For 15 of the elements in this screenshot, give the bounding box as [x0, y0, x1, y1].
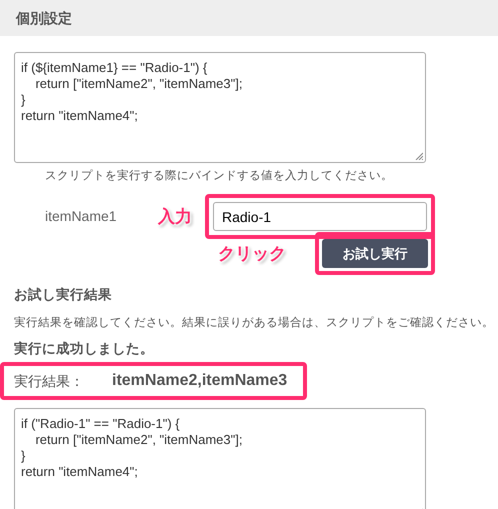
result-heading: お試し実行結果	[14, 286, 113, 304]
success-message: 実行に成功しました。	[14, 340, 155, 358]
code-textarea[interactable]: if ("Radio-1" == "Radio-1") { return ["itemName2", "itemName3"]; } return "itemName4";	[14, 408, 426, 509]
bind-hint: スクリプトを実行する際にバインドする値を入力してください。	[45, 168, 394, 184]
annotation-label: 入力	[158, 206, 193, 228]
text-field[interactable]: Radio-1	[213, 202, 427, 232]
section-title: 個別設定	[0, 0, 498, 36]
result-value: itemName2,itemName3	[112, 371, 288, 391]
field-label: itemName1	[45, 207, 118, 226]
resize-handle-icon[interactable]	[415, 152, 423, 160]
result-description: 実行結果を確認してください。結果に誤りがある場合は、スクリプトをご確認ください。	[14, 315, 495, 330]
result-label: 実行結果：	[14, 372, 85, 390]
code-textarea[interactable]: if (${itemName1} == "Radio-1") { return ["itemName2", "itemName3"]; } return "itemName4";	[14, 52, 426, 163]
try-run-button[interactable]: お試し実行	[322, 239, 428, 268]
annotation-label: クリック	[218, 243, 287, 265]
